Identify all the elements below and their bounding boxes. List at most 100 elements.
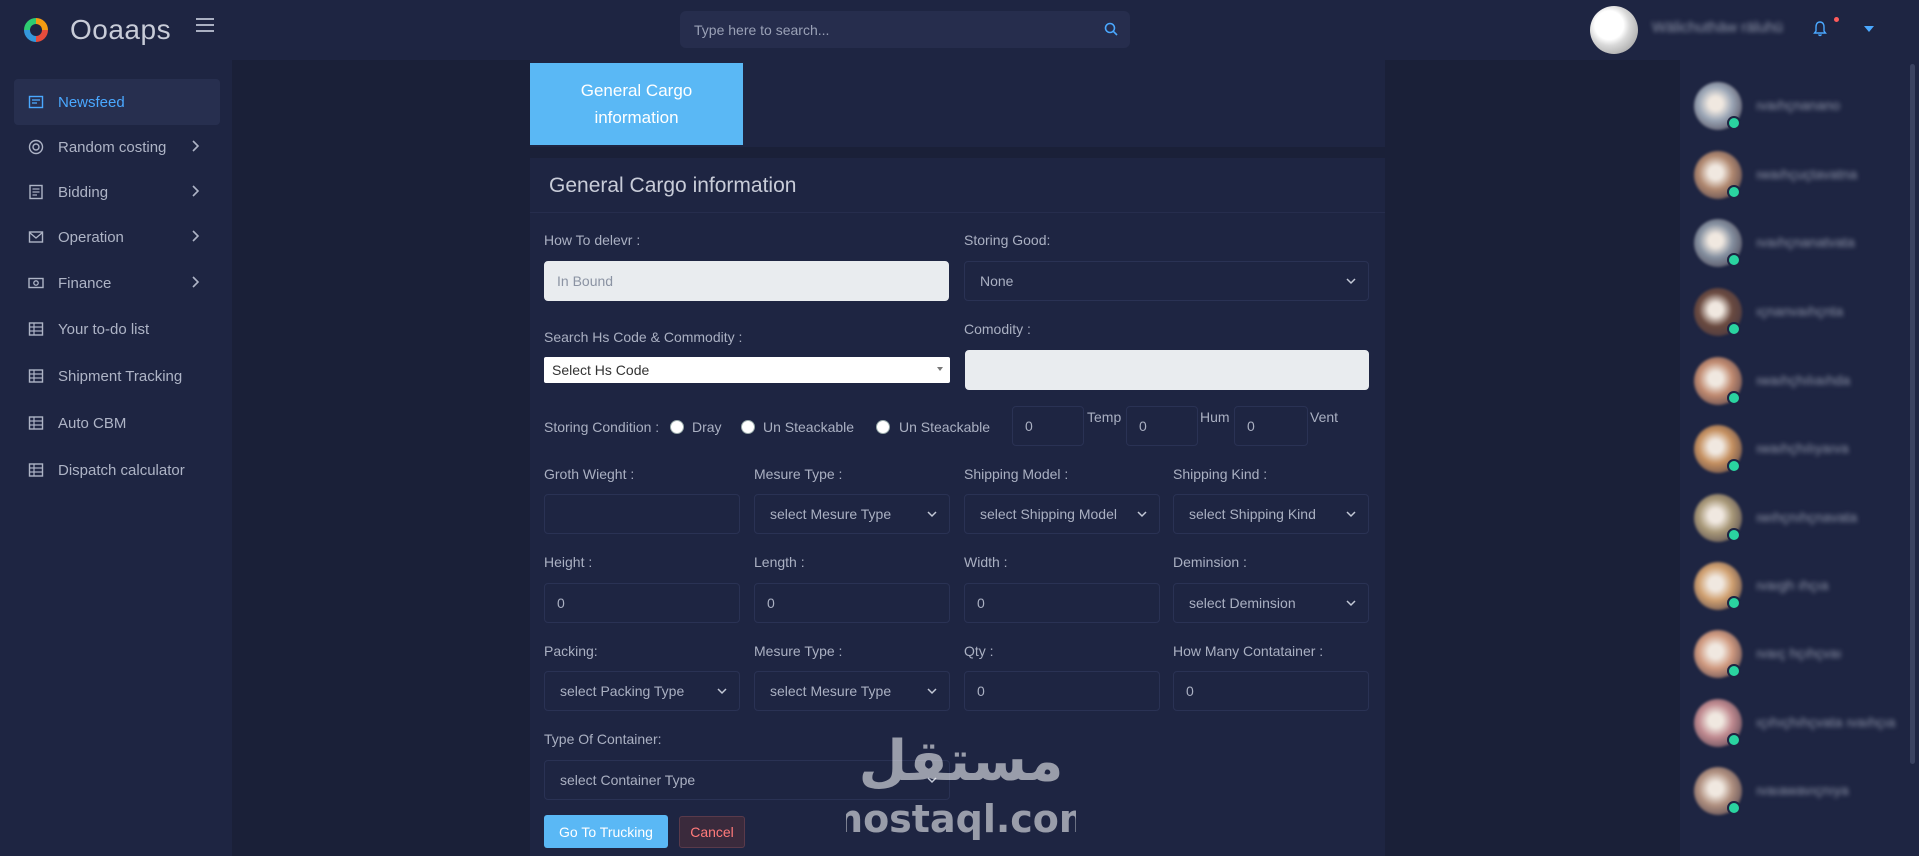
contact-item[interactable]: ıvaıhçnanano [1694,82,1884,132]
sidebar-item-auto-cbm[interactable]: Auto CBM [14,400,220,446]
mesure-type-1-select[interactable]: select Mesure Type [754,494,950,534]
sidebar-item-label: Your to-do list [58,320,150,338]
chevron-right-icon [192,276,200,288]
cancel-button[interactable]: Cancel [679,816,745,848]
storing-good-select[interactable]: None [964,261,1369,301]
go-to-trucking-button[interactable]: Go To Trucking [544,815,668,848]
sidebar-item-your-to-do-list[interactable]: Your to-do list [14,306,220,352]
watermark-latin: mostaql.com [846,797,1076,841]
how-to-deliver-label: How To delevr : [544,232,641,248]
sidebar-item-operation[interactable]: Operation [14,214,220,260]
sidebar-item-bidding[interactable]: Bidding [14,169,220,215]
menu-toggle-icon[interactable] [196,18,214,32]
radio-dray[interactable] [670,420,684,434]
contact-name: ıwıhçnıhçnavata [1756,509,1858,525]
chevron-down-icon [927,688,937,695]
app-name: Ooaaps [70,14,172,45]
width-value: 0 [977,595,985,611]
hs-code-label: Search Hs Code & Commodity : [544,329,743,345]
chevron-right-icon [192,185,200,197]
notification-badge [1834,17,1839,22]
vent-input[interactable]: 0 [1234,406,1308,446]
search-input[interactable] [680,11,1130,48]
hum-value: 0 [1139,418,1147,434]
sidebar-item-label: Newsfeed [58,93,125,111]
contact-name: ıwaıhçhılıaıhda [1756,372,1851,388]
sidebar-item-random-costing[interactable]: Random costing [14,124,220,170]
sidebar-item-finance[interactable]: Finance [14,260,220,306]
groth-weight-field[interactable] [544,494,740,534]
length-field[interactable]: 0 [754,583,950,623]
mostaql-watermark: مستقل mostaql.com [846,729,1076,841]
contact-item[interactable]: ıçnanvaıhçnta [1694,288,1884,338]
how-many-container-value: 0 [1186,683,1194,699]
logo-icon [24,18,48,42]
demension-select[interactable]: select Deminsion [1173,583,1369,623]
money-icon [28,277,44,289]
contact-name: ıvaıç hçıhçvaı [1756,645,1842,661]
contact-item[interactable]: ıwaıhçhılıaıhda [1694,357,1884,407]
radio-un-steackable-1[interactable] [741,420,755,434]
how-to-deliver-field[interactable]: In Bound [544,261,949,301]
sidebar-item-newsfeed[interactable]: Newsfeed [14,79,220,125]
packing-value: select Packing Type [560,683,685,699]
user-menu-caret-icon[interactable] [1864,26,1874,32]
how-many-container-label: How Many Contatainer : [1173,643,1324,659]
contact-item[interactable]: ıwıhçnıhçnavata [1694,494,1884,544]
list-icon [28,369,44,383]
sidebar-item-label: Dispatch calculator [58,461,185,479]
online-status-dot [1727,801,1741,815]
container-type-value: select Container Type [560,772,696,788]
shipping-model-value: select Shipping Model [980,506,1117,522]
how-many-container-field[interactable]: 0 [1173,671,1369,711]
target-icon [28,139,44,155]
contact-name: ıvaıhçnanatvata [1756,234,1855,250]
contact-item[interactable]: ıvaıhçnanatvata [1694,219,1884,269]
chevron-down-icon [1137,511,1147,518]
contact-name: ıvaıhçnanano [1756,97,1841,113]
document-icon [29,184,43,200]
bell-icon[interactable] [1812,20,1828,38]
packing-select[interactable]: select Packing Type [544,671,740,711]
contact-name: ıvaıawavıçnıya [1756,782,1849,798]
online-status-dot [1727,596,1741,610]
watermark-arabic: مستقل [859,729,1064,794]
sidebar-item-label: Shipment Tracking [58,367,183,385]
qty-label: Qty : [964,643,994,659]
contact-item[interactable]: ıvaıawavıçnıya [1694,767,1884,817]
contact-name: ıwaıhçhılıyaıva [1756,440,1849,456]
hum-input[interactable]: 0 [1126,406,1198,446]
qty-field[interactable]: 0 [964,671,1160,711]
contact-item[interactable]: ıvaıç hçıhçvaı [1694,630,1884,680]
contact-item[interactable]: ıwaıhçhılıyaıva [1694,425,1884,475]
contact-item[interactable]: ıçıhıçhıhçvata ıvaıhçıa [1694,699,1895,749]
shipping-kind-select[interactable]: select Shipping Kind [1173,494,1369,534]
radio-un-steackable-1-label: Un Steackable [763,419,855,435]
online-status-dot [1727,253,1741,267]
list-icon [28,463,44,477]
mesure-type-2-select[interactable]: select Mesure Type [754,671,950,711]
sidebar-item-dispatch-calculator[interactable]: Dispatch calculator [14,447,220,493]
sidebar-item-label: Bidding [58,183,109,201]
radio-dray-label: Dray [692,419,722,435]
shipping-model-label: Shipping Model : [964,466,1069,482]
app-logo[interactable]: Ooaaps [24,14,171,46]
contact-item[interactable]: ıwaıhçuçtavatna [1694,151,1884,201]
tab-general-cargo[interactable]: General Cargo information [530,63,743,145]
sidebar-item-shipment-tracking[interactable]: Shipment Tracking [14,353,220,399]
online-status-dot [1727,733,1741,747]
radio-un-steackable-2[interactable] [876,420,890,434]
user-name[interactable]: Wälichuthäw räluhü [1652,19,1783,36]
shipping-model-select[interactable]: select Shipping Model [964,494,1160,534]
temp-input[interactable]: 0 [1012,406,1084,446]
commodity-field[interactable] [965,350,1369,390]
hs-code-select[interactable]: Select Hs Code [544,357,950,383]
search-icon[interactable] [1104,22,1118,36]
user-avatar[interactable] [1590,6,1638,54]
contact-item[interactable]: ıvaıgh ıhçıa [1694,562,1884,612]
scrollbar[interactable] [1910,64,1915,764]
height-field[interactable]: 0 [544,583,740,623]
width-field[interactable]: 0 [964,583,1160,623]
sidebar-item-label: Random costing [58,138,167,156]
commodity-label: Comodity : [964,321,1031,337]
